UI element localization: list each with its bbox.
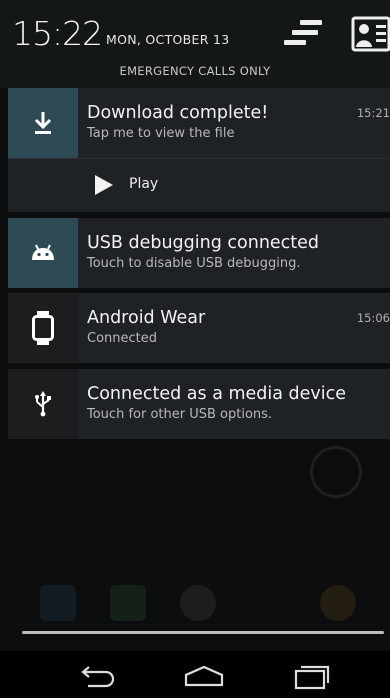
notification-title: USB debugging connected xyxy=(87,233,320,253)
notification-subtitle: Tap me to view the file xyxy=(87,126,235,141)
emergency-calls-label: EMERGENCY CALLS ONLY xyxy=(119,64,271,78)
notification-settings-icon[interactable] xyxy=(284,20,322,48)
notification-subtitle: Touch to disable USB debugging. xyxy=(87,256,301,271)
play-action-button[interactable]: Play xyxy=(8,158,390,212)
home-icon[interactable] xyxy=(176,659,232,693)
notification-title: Android Wear xyxy=(87,308,206,328)
notification-usb-debugging[interactable]: USB debugging connected Touch to disable… xyxy=(8,218,390,288)
usb-icon xyxy=(8,369,78,439)
date[interactable]: MON, OCTOBER 13 xyxy=(106,30,230,50)
shade-header: 15:22 MON, OCTOBER 13 EMERGENCY CALLS ON… xyxy=(0,0,390,88)
notification-media-device[interactable]: Connected as a media device Touch for ot… xyxy=(8,369,390,439)
quick-settings-icon[interactable] xyxy=(350,14,390,54)
notification-time: 15:06 xyxy=(356,311,390,325)
recents-icon[interactable] xyxy=(284,659,340,693)
notification-subtitle: Connected xyxy=(87,331,158,346)
notification-title: Download complete! xyxy=(87,103,269,123)
notification-subtitle: Touch for other USB options. xyxy=(87,407,273,422)
notification-time: 15:21 xyxy=(356,106,390,120)
navigation-bar xyxy=(0,651,390,698)
clock: 15:22 xyxy=(12,14,103,53)
notification-title: Connected as a media device xyxy=(87,384,347,404)
notification-android-wear[interactable]: Android Wear Connected 15:06 xyxy=(8,293,390,363)
play-label: Play xyxy=(129,176,159,192)
shade-drag-handle[interactable] xyxy=(22,631,384,634)
background-clock-widget xyxy=(310,446,362,498)
back-icon[interactable] xyxy=(70,659,126,693)
download-icon xyxy=(8,88,78,158)
notification-download[interactable]: Download complete! Tap me to view the fi… xyxy=(8,88,390,158)
background-dock xyxy=(40,585,370,621)
play-icon xyxy=(95,175,113,195)
android-icon xyxy=(8,218,78,288)
watch-icon xyxy=(8,293,78,363)
